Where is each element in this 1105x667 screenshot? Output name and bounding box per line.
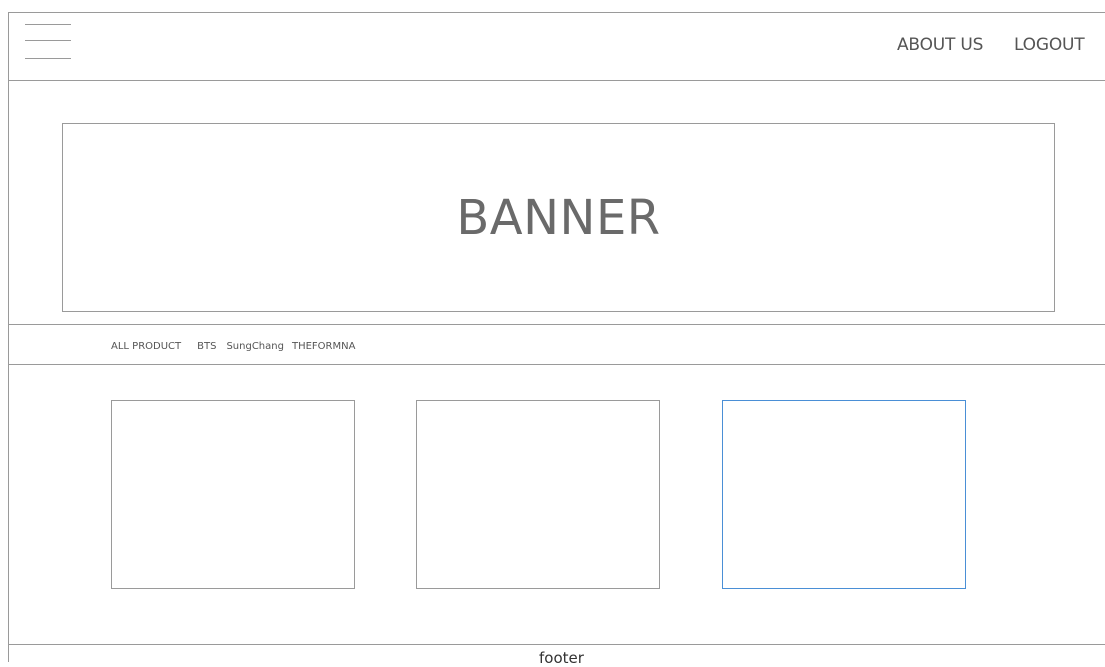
category-theformna[interactable]: THEFORMNA	[292, 341, 355, 352]
category-sungchang[interactable]: SungChang	[226, 341, 284, 352]
category-bts[interactable]: BTS	[197, 341, 216, 352]
banner-label: BANNER	[456, 189, 661, 246]
menu-line	[25, 58, 71, 59]
category-all-product[interactable]: ALL PRODUCT	[111, 341, 181, 352]
footer-divider	[9, 644, 1105, 645]
about-us-link[interactable]: ABOUT US	[897, 35, 983, 55]
product-card-selected[interactable]	[722, 400, 966, 589]
page-frame: ABOUT US LOGOUT BANNER ALL PRODUCT BTS S…	[8, 12, 1105, 667]
hamburger-menu-icon[interactable]	[25, 23, 71, 63]
product-card[interactable]	[111, 400, 355, 589]
menu-line	[25, 40, 71, 41]
banner[interactable]: BANNER	[62, 123, 1055, 312]
menu-line	[25, 24, 71, 25]
divider	[9, 324, 1105, 325]
category-nav: ALL PRODUCT BTS SungChang THEFORMNA	[111, 341, 355, 352]
divider	[9, 364, 1105, 365]
product-card[interactable]	[416, 400, 660, 589]
logout-link[interactable]: LOGOUT	[1014, 35, 1105, 55]
footer-label: footer	[539, 649, 584, 667]
header: ABOUT US LOGOUT	[9, 13, 1105, 81]
